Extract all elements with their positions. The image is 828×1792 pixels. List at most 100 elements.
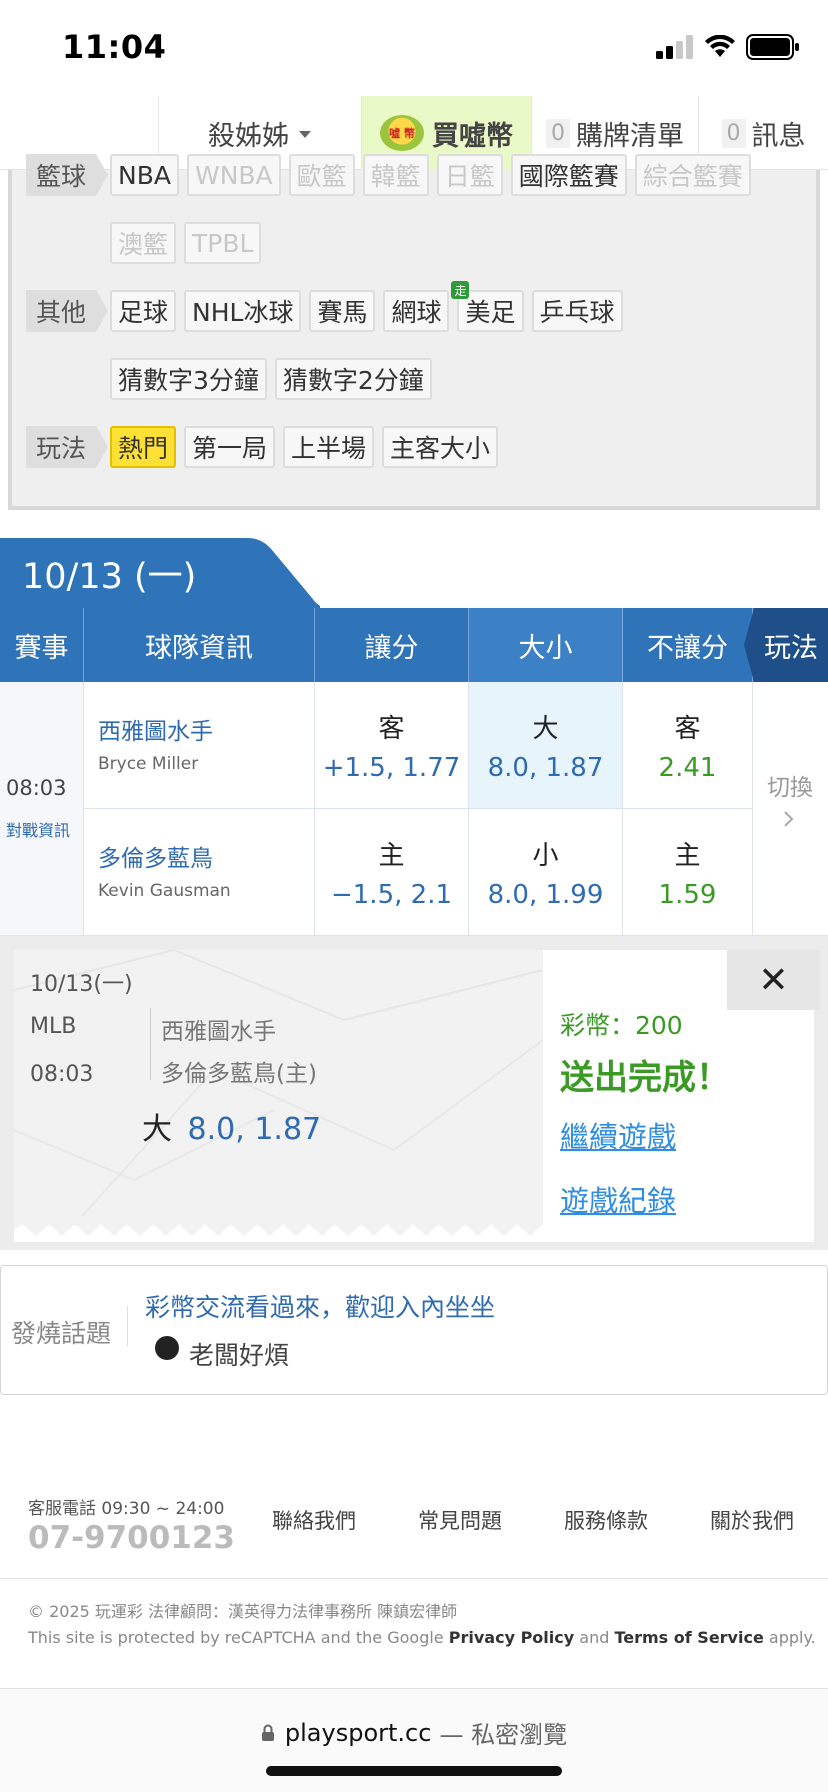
chip-aus-basketball[interactable]: 澳籃 — [110, 222, 177, 264]
battery-icon — [746, 34, 799, 60]
matchup-link[interactable]: 對戰資訊 — [6, 817, 70, 841]
footer-faq-link[interactable]: 常見問題 — [418, 1505, 502, 1535]
status-icons — [656, 34, 800, 60]
url-domain: playsport.cc — [284, 1718, 432, 1747]
chip-euro-basketball[interactable]: 歐籃 — [288, 154, 355, 196]
odds-side: 客 — [378, 713, 405, 744]
hot-topics-label: 發燒話題 — [11, 1319, 112, 1348]
chip-nba[interactable]: NBA — [110, 154, 179, 196]
browser-url-bar[interactable]: playsport.cc — 私密瀏覽 — [0, 1688, 828, 1792]
odds-total-over-selected[interactable]: 大 8.0, 1.87 — [469, 682, 623, 809]
th-moneyline: 不讓分 — [623, 608, 753, 682]
chip-guess-3min[interactable]: 猜數字3分鐘 — [110, 358, 267, 400]
team-cell-home[interactable]: 多倫多藍鳥 Kevin Gausman — [84, 809, 315, 936]
date-tab[interactable]: 10/13 (一) — [22, 548, 196, 599]
switch-button[interactable]: 切換 — [753, 682, 828, 936]
chevron-right-icon — [784, 811, 794, 827]
chip-first-half[interactable]: 上半場 — [283, 426, 375, 468]
footer-divider — [0, 1578, 828, 1579]
switch-label: 切換 — [767, 775, 813, 801]
th-play[interactable]: 玩法 — [754, 608, 828, 682]
th-total: 大小 — [469, 608, 623, 682]
chip-korea-basketball[interactable]: 韓籃 — [362, 154, 429, 196]
status-time: 11:04 — [62, 28, 167, 66]
odds-value: 2.41 — [658, 752, 717, 783]
filter-tag-play: 玩法 — [26, 426, 108, 468]
hot-topic-author[interactable]: 老闆好煩 — [189, 1336, 289, 1372]
filter-tag-basketball: 籃球 — [26, 154, 108, 196]
wifi-icon — [705, 35, 735, 57]
msg-label: 訊息 — [751, 120, 806, 152]
odds-ml-home[interactable]: 主 1.59 — [623, 809, 753, 936]
team-name: 西雅圖水手 — [98, 719, 213, 745]
game-history-link[interactable]: 遊戲紀錄 — [560, 1178, 676, 1220]
odds-value: 1.59 — [658, 879, 717, 910]
odds-value: −1.5, 2.1 — [330, 879, 452, 910]
chip-horse-racing[interactable]: 賽馬 — [309, 290, 376, 332]
support-phone[interactable]: 07-9700123 — [28, 1520, 235, 1556]
hot-topics: 發燒話題 彩幣交流看過來，歡迎入內坐坐 老闆好煩 — [0, 1265, 828, 1395]
url-display: playsport.cc — 私密瀏覽 — [0, 1715, 828, 1750]
chip-guess-2min[interactable]: 猜數字2分鐘 — [274, 358, 432, 400]
home-indicator[interactable] — [266, 1766, 562, 1776]
recaptcha-apply: apply. — [768, 1628, 816, 1647]
team-cell-away[interactable]: 西雅圖水手 Bryce Miller — [84, 682, 315, 809]
privacy-policy-link[interactable]: Privacy Policy — [449, 1628, 574, 1647]
ticket-summary: 10/13(一) MLB 08:03 西雅圖水手 多倫多藍鳥(主) 大 8.0,… — [14, 950, 543, 1225]
cart-label: 購牌清單 — [576, 120, 684, 152]
footer-about-link[interactable]: 關於我們 — [710, 1505, 794, 1535]
terms-of-service-link[interactable]: Terms of Service — [614, 1628, 763, 1647]
chip-nhl[interactable]: NHL冰球 — [184, 290, 302, 332]
filter-panel: 籃球 NBA WNBA 歐籃 韓籃 日籃 國際籃賽 綜合籃賽 澳籃 TPBL 其… — [8, 154, 820, 510]
filter-row-other-2: 猜數字3分鐘 猜數字2分鐘 — [110, 358, 440, 400]
lock-icon — [261, 1724, 274, 1741]
team-name: 多倫多藍鳥 — [98, 846, 213, 872]
private-mode-label: — 私密瀏覽 — [439, 1721, 568, 1749]
odds-spread-home[interactable]: 主 −1.5, 2.1 — [315, 809, 469, 936]
th-play-wrap: 玩法 — [740, 608, 828, 682]
buy-label: 買噓幣 — [432, 120, 513, 152]
game-time-cell: 08:03 對戰資訊 — [0, 682, 84, 936]
recaptcha-and: and — [579, 1628, 610, 1647]
chip-soccer[interactable]: 足球 — [110, 290, 177, 332]
footer-terms-link[interactable]: 服務條款 — [564, 1505, 648, 1535]
filter-row-play: 玩法 熱門 第一局 上半場 主客大小 — [26, 426, 506, 468]
chip-intl-basketball[interactable]: 國際籃賽 — [510, 154, 627, 196]
hot-divider — [127, 1306, 128, 1346]
odds-total-under[interactable]: 小 8.0, 1.99 — [469, 809, 623, 936]
odds-value: +1.5, 1.77 — [322, 752, 461, 783]
odds-ml-away[interactable]: 客 2.41 — [623, 682, 753, 809]
chip-table-tennis[interactable]: 乒乓球 — [531, 290, 623, 332]
ticket-pick: 大 8.0, 1.87 — [142, 1104, 321, 1148]
odds-spread-away[interactable]: 客 +1.5, 1.77 — [315, 682, 469, 809]
continue-game-link[interactable]: 繼續遊戲 — [560, 1114, 676, 1156]
recaptcha-text: This site is protected by reCAPTCHA and … — [28, 1628, 444, 1647]
odds-side: 主 — [674, 840, 701, 871]
chip-hot[interactable]: 熱門 — [110, 426, 177, 468]
close-icon: ✕ — [758, 959, 789, 1001]
odds-side: 客 — [674, 713, 701, 744]
chip-japan-basketball[interactable]: 日籃 — [436, 154, 503, 196]
chip-home-away-total[interactable]: 主客大小 — [382, 426, 499, 468]
chip-tpbl[interactable]: TPBL — [184, 222, 262, 264]
chip-wnba[interactable]: WNBA — [186, 154, 281, 196]
chip-tennis[interactable]: 網球 — [383, 290, 450, 332]
ticket-pick-value: 8.0, 1.87 — [187, 1112, 322, 1147]
odds-value: 8.0, 1.87 — [487, 752, 604, 783]
chip-first-inning[interactable]: 第一局 — [184, 426, 276, 468]
go-badge: 走 — [451, 281, 470, 299]
footer-contact-link[interactable]: 聯絡我們 — [272, 1505, 356, 1535]
ticket-zigzag — [14, 1216, 543, 1236]
pitcher-name: Bryce Miller — [98, 754, 199, 774]
odds-side: 主 — [378, 840, 405, 871]
close-ticket-button[interactable]: ✕ — [727, 950, 820, 1010]
recaptcha-notice: This site is protected by reCAPTCHA and … — [28, 1628, 816, 1647]
signal-icon — [656, 35, 693, 59]
hot-topic-title[interactable]: 彩幣交流看過來，歡迎入內坐坐 — [145, 1288, 495, 1324]
filter-tag-other: 其他 — [26, 290, 108, 332]
chip-mixed-basketball[interactable]: 綜合籃賽 — [634, 154, 751, 196]
filter-row-other: 其他 足球 NHL冰球 賽馬 網球 走 美足 乒乓球 — [26, 281, 631, 332]
chip-american-football[interactable]: 走 美足 — [451, 281, 524, 332]
support-hours: 客服電話 09:30 ~ 24:00 — [28, 1499, 225, 1519]
ticket-time: 08:03 — [30, 1062, 94, 1087]
